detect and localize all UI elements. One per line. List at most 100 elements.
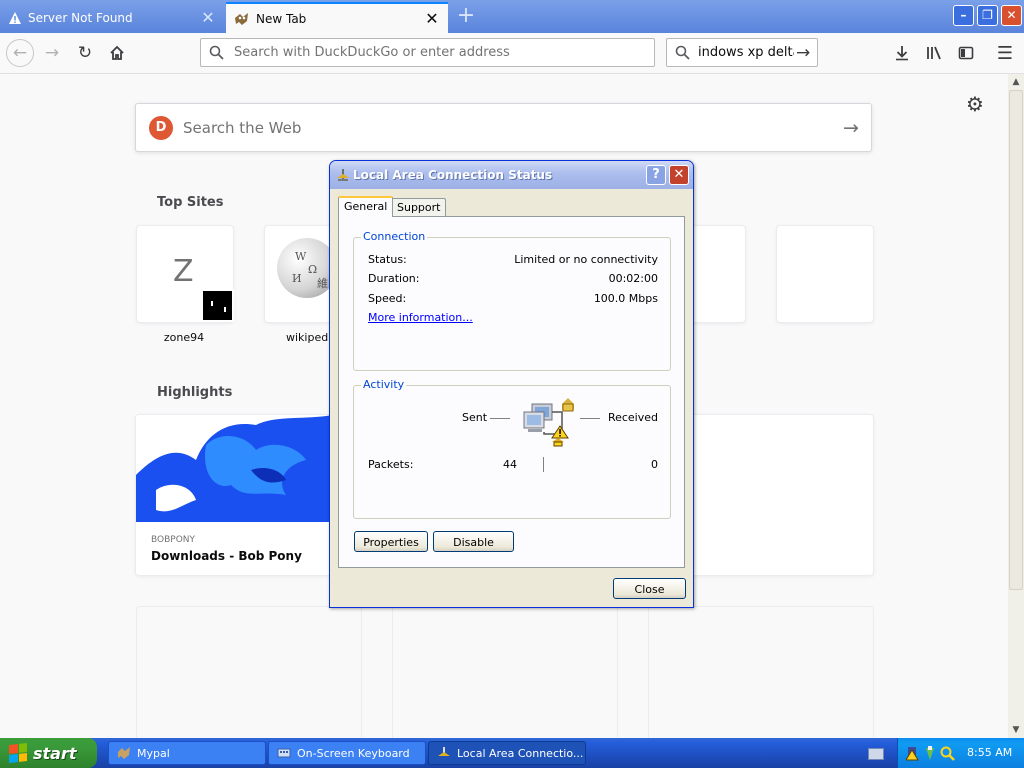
dialog-title-bar[interactable]: Local Area Connection Status ? ✕ bbox=[330, 161, 693, 189]
highlight-source: BOBPONY bbox=[151, 535, 196, 545]
activity-group: Activity Sent Received Packets: 44 0 bbox=[353, 378, 671, 519]
close-icon[interactable]: ✕ bbox=[424, 9, 440, 28]
download-icon[interactable] bbox=[888, 39, 916, 67]
packets-received-value: 0 bbox=[651, 458, 658, 471]
tab-server-not-found[interactable]: Server Not Found ✕ bbox=[0, 2, 224, 33]
highlight-placeholder bbox=[392, 606, 618, 738]
hamburger-menu-icon[interactable]: ☰ bbox=[991, 39, 1019, 67]
help-icon[interactable]: ? bbox=[646, 165, 666, 185]
top-site-empty[interactable] bbox=[776, 225, 874, 323]
minimize-button[interactable]: – bbox=[953, 5, 974, 26]
highlight-card-empty[interactable] bbox=[676, 414, 874, 576]
highlight-card[interactable]: BOBPONY Downloads - Bob Pony bbox=[135, 414, 333, 576]
scroll-thumb[interactable] bbox=[1009, 90, 1023, 590]
speed-label: Speed: bbox=[368, 292, 407, 305]
sent-label: Sent bbox=[462, 411, 488, 424]
close-icon[interactable]: ✕ bbox=[200, 8, 216, 27]
search-input[interactable] bbox=[696, 44, 796, 61]
highlight-image bbox=[136, 415, 332, 522]
keyboard-icon[interactable] bbox=[868, 748, 884, 760]
network-connection-icon bbox=[438, 747, 450, 756]
system-tray: 8:55 AM bbox=[897, 738, 1024, 768]
duration-label: Duration: bbox=[368, 272, 420, 285]
task-label: Mypal bbox=[137, 746, 170, 760]
close-icon[interactable]: ✕ bbox=[669, 165, 689, 185]
tab-strip: Server Not Found ✕ New Tab ✕ + – ❐ ✕ bbox=[0, 0, 1024, 33]
highlight-placeholder bbox=[136, 606, 362, 738]
tray-icons[interactable] bbox=[906, 744, 958, 762]
gear-icon[interactable]: ⚙ bbox=[966, 92, 984, 116]
clock: 8:55 AM bbox=[967, 746, 1013, 759]
arrow-right-icon[interactable]: → bbox=[796, 43, 810, 63]
newtab-icon bbox=[235, 12, 248, 25]
maximize-button[interactable]: ❐ bbox=[977, 5, 998, 26]
forward-icon[interactable]: → bbox=[38, 39, 66, 67]
group-label: Activity bbox=[361, 378, 407, 391]
arrow-right-icon[interactable]: → bbox=[831, 117, 871, 139]
packets-divider bbox=[543, 457, 544, 472]
local-area-connection-status-dialog: Local Area Connection Status ? ✕ General… bbox=[329, 160, 694, 608]
url-bar[interactable] bbox=[200, 38, 655, 67]
connection-group: Connection Status: Limited or no connect… bbox=[353, 230, 671, 371]
url-input[interactable] bbox=[232, 44, 636, 61]
scrollbar[interactable]: ▲ ▼ bbox=[1008, 74, 1024, 738]
taskbar-item-mypal[interactable]: Mypal bbox=[108, 741, 266, 765]
windows-flag-icon bbox=[9, 743, 27, 763]
close-button[interactable]: Close bbox=[613, 578, 686, 599]
more-information-link[interactable]: More information... bbox=[368, 311, 473, 324]
task-label: Local Area Connectio... bbox=[457, 746, 584, 760]
taskbar-item-on-screen-keyboard[interactable]: On-Screen Keyboard bbox=[268, 741, 426, 765]
tab-general[interactable]: General bbox=[338, 196, 394, 217]
top-site-zone94[interactable]: Z bbox=[136, 225, 234, 323]
keyboard-icon bbox=[277, 748, 291, 758]
start-button[interactable]: start bbox=[0, 738, 97, 768]
task-label: On-Screen Keyboard bbox=[297, 746, 410, 760]
general-tab-panel: Connection Status: Limited or no connect… bbox=[338, 216, 685, 568]
tab-support[interactable]: Support bbox=[391, 198, 447, 218]
sent-line bbox=[490, 418, 510, 419]
web-search-placeholder: Search the Web bbox=[183, 118, 302, 137]
group-label: Connection bbox=[361, 230, 428, 243]
scroll-up-arrow[interactable]: ▲ bbox=[1008, 74, 1024, 90]
back-icon[interactable]: ← bbox=[6, 39, 34, 67]
taskbar: start Mypal On-Screen Keyboard Local Are… bbox=[0, 738, 1024, 768]
packets-label: Packets: bbox=[368, 458, 414, 471]
search-icon bbox=[209, 45, 224, 60]
speed-value: 100.0 Mbps bbox=[593, 292, 658, 305]
reload-icon[interactable]: ↻ bbox=[71, 39, 99, 67]
received-line bbox=[580, 418, 600, 419]
sidebar-icon[interactable] bbox=[952, 39, 980, 67]
warning-icon bbox=[9, 11, 21, 24]
window-close-button[interactable]: ✕ bbox=[1001, 5, 1022, 26]
duration-value: 00:02:00 bbox=[608, 272, 658, 285]
home-icon[interactable] bbox=[103, 39, 131, 67]
duckduckgo-icon: D bbox=[149, 115, 173, 140]
nav-toolbar: ← → ↻ → ☰ bbox=[0, 33, 1024, 74]
disable-button[interactable]: Disable bbox=[433, 531, 514, 552]
top-sites-heading: Top Sites bbox=[157, 195, 224, 210]
taskbar-item-local-area-connection[interactable]: Local Area Connectio... bbox=[428, 741, 586, 765]
mypal-icon bbox=[118, 747, 130, 759]
library-icon[interactable] bbox=[920, 39, 948, 67]
highlight-placeholder bbox=[648, 606, 874, 738]
properties-button[interactable]: Properties bbox=[354, 531, 428, 552]
received-label: Received bbox=[607, 411, 658, 424]
plus-icon[interactable]: + bbox=[454, 4, 478, 28]
site-letter: Z bbox=[173, 254, 194, 289]
scroll-down-arrow[interactable]: ▼ bbox=[1008, 722, 1024, 738]
status-label: Status: bbox=[368, 253, 407, 266]
top-site-label: zone94 bbox=[163, 331, 205, 344]
tab-title: New Tab bbox=[256, 11, 307, 26]
packets-sent-value: 44 bbox=[503, 458, 517, 471]
wikipedia-globe-icon: WΩИ維 bbox=[277, 238, 337, 298]
tab-new-tab[interactable]: New Tab ✕ bbox=[226, 2, 448, 33]
status-value: Limited or no connectivity bbox=[514, 253, 658, 266]
highlights-heading: Highlights bbox=[157, 385, 233, 400]
search-bar[interactable]: → bbox=[666, 38, 818, 67]
web-search-box[interactable]: D Search the Web → bbox=[135, 103, 872, 152]
network-computers-warning-icon bbox=[523, 398, 574, 447]
highlight-title: Downloads - Bob Pony bbox=[151, 549, 302, 563]
site-favicon bbox=[201, 289, 234, 322]
network-connection-icon bbox=[337, 169, 349, 181]
dialog-title: Local Area Connection Status bbox=[353, 168, 553, 182]
